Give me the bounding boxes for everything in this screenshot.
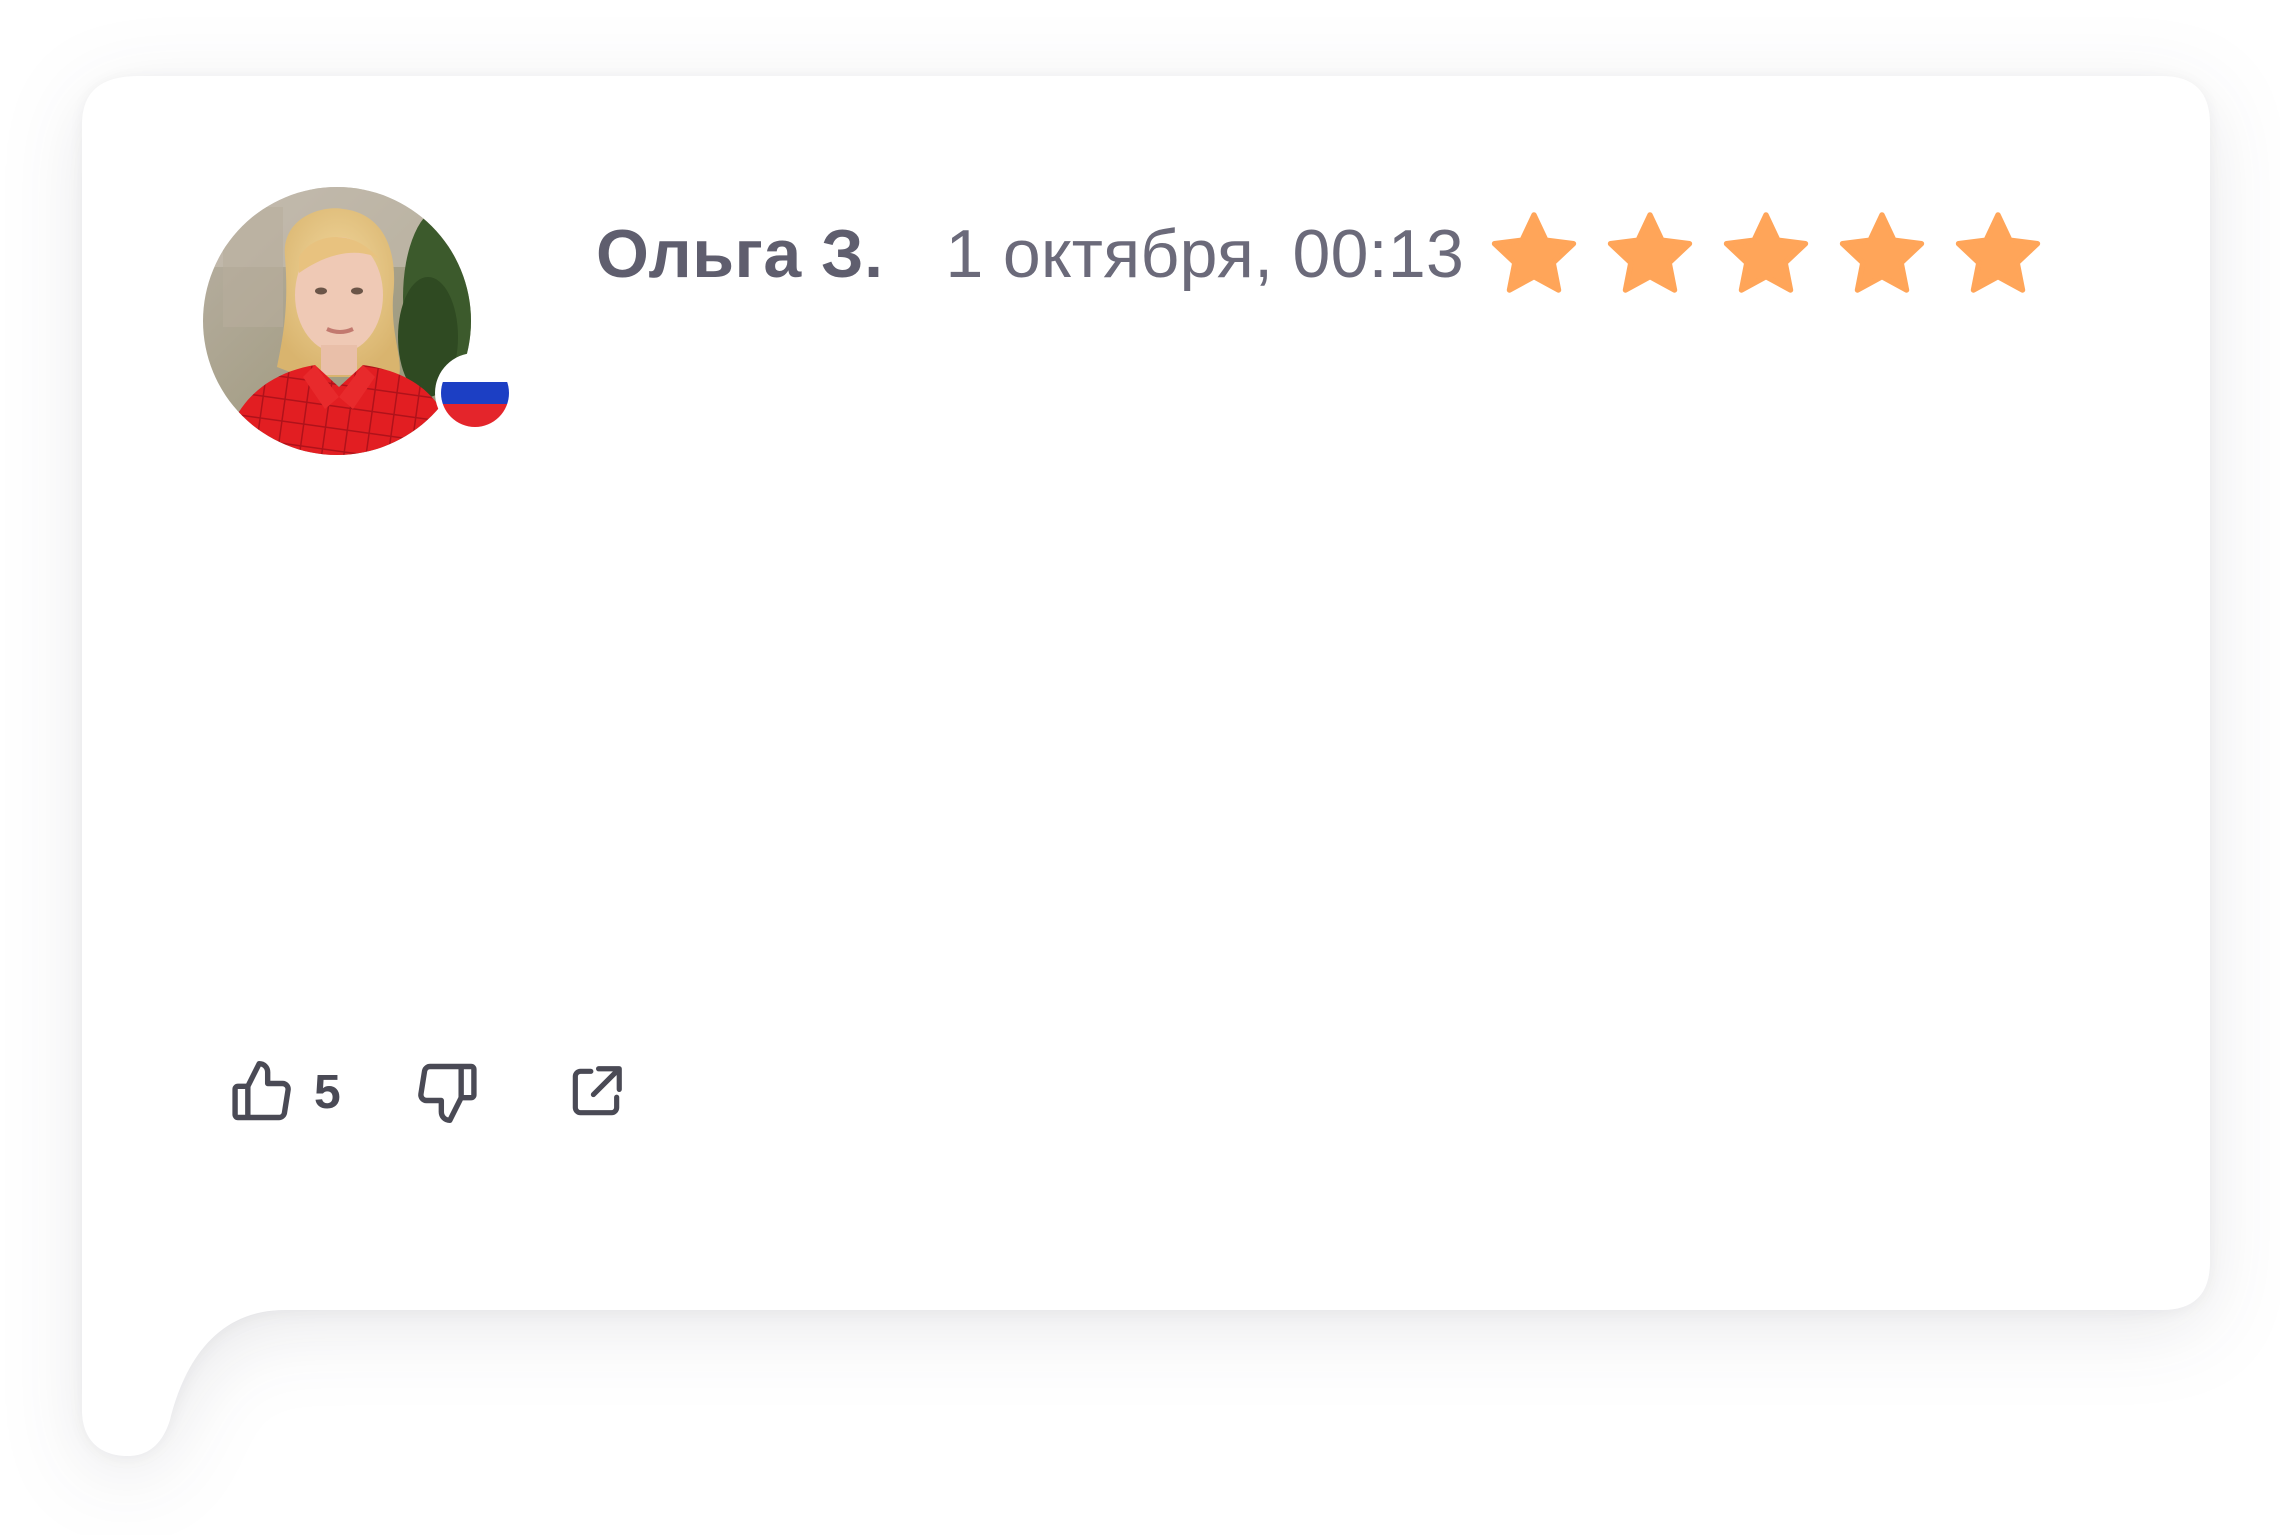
star-icon [1491,212,1577,293]
author-avatar-container [203,187,515,457]
share-button[interactable] [565,1061,627,1123]
dislike-button[interactable] [413,1058,481,1126]
author-name[interactable]: Ольга З. [596,215,884,293]
star-icon [1839,212,1925,293]
review-header: Ольга З. 1 октября, 00:13 [596,192,2044,316]
review-card-scene: Ольга З. 1 октября, 00:13 5 [0,0,2280,1535]
star-icon [1723,212,1809,293]
rating-stars [1488,208,2044,300]
thumbs-up-icon [232,1060,291,1121]
star-icon [1955,212,2041,293]
like-count: 5 [314,1065,341,1119]
country-flag-badge [435,353,515,433]
russia-flag-icon [441,359,509,427]
external-link-icon [572,1066,622,1116]
review-date: 1 октября, 00:13 [945,216,1465,292]
avatar-photo [203,187,471,455]
like-button[interactable]: 5 [228,1058,341,1126]
review-actions: 5 [228,1052,627,1132]
star-icon [1607,212,1693,293]
thumbs-down-icon [417,1063,477,1124]
avatar[interactable] [203,187,471,455]
